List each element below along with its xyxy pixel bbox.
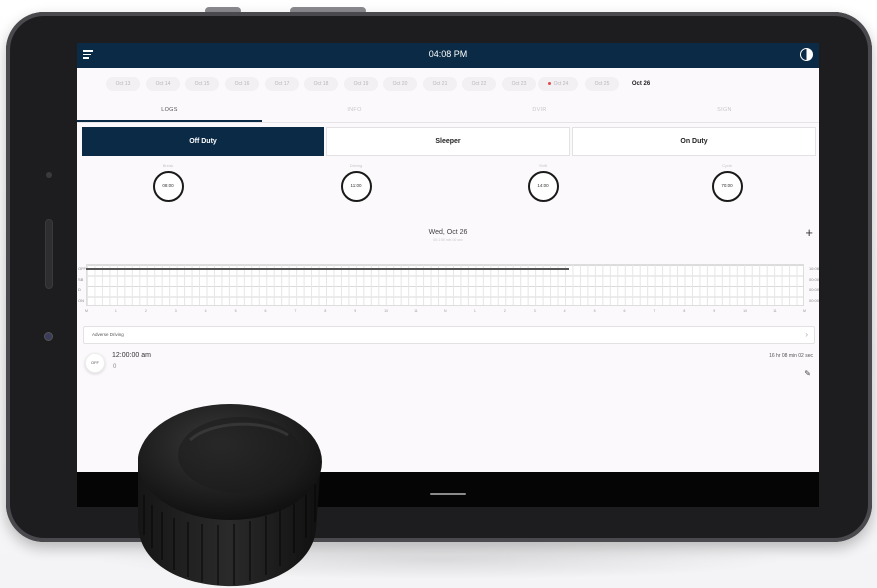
camera-icon [44,332,53,341]
hour-tick-label: 7 [653,309,656,313]
on-duty-button[interactable]: On Duty [572,127,816,156]
date-chip-oct26[interactable]: Oct 26 [624,77,658,91]
driving-clock: Driving 11:00 [336,163,376,202]
date-chip-oct24[interactable]: Oct 24 [538,77,578,91]
row-label-off: OFF [78,266,86,271]
gauge-label: Cycle [721,163,732,168]
hour-tick-label: 9 [713,309,716,313]
date-chip-oct23[interactable]: Oct 23 [502,77,536,91]
graph-grid [86,264,804,306]
gauge-value: 08:00 [152,171,184,202]
hour-tick-label: 8 [324,309,327,313]
pencil-icon[interactable]: ✎ [804,369,811,378]
gauge-label: Break [162,163,174,168]
log-date-subtitle: 00:1:00 min 00 sec [433,238,463,242]
hour-tick-label: 11 [773,309,777,313]
hour-tick-label: 1 [473,309,476,313]
adverse-driving-row[interactable]: Adverse Driving › [83,326,815,344]
hour-tick-label: N [444,309,447,313]
row-label-on: ON [78,297,84,303]
hour-tick-label: 8 [683,309,686,313]
contrast-icon[interactable] [800,48,813,61]
tab-dvir[interactable]: DVIR [447,107,632,113]
date-chip-oct18[interactable]: Oct 18 [304,77,338,91]
row-total-d: 00:00 [808,287,819,292]
hour-tick-label: 10 [743,309,748,313]
violation-dot [547,82,551,86]
gauge-label: Driving [349,163,363,168]
log-date-title: Wed, Oct 26 [428,229,468,236]
hour-tick-label: 6 [264,309,267,313]
duty-graph: OFF SB D ON 16:08 00:00 00:00 00:00 M 1 2 3… [77,262,819,318]
hour-tick-label: 10 [384,309,389,313]
status-time: 04:08 PM [428,49,468,59]
hour-tick-label: 4 [204,309,207,313]
eld-device-image [137,404,322,587]
entry-time: 12:00:00 am [112,352,151,359]
gauge-value: 14:00 [527,171,559,202]
duty-status-selector: Off Duty Sleeper On Duty [82,127,816,156]
hour-tick-label: 1 [114,309,117,313]
log-entry-row[interactable]: OFF 12:00:00 am 0 16 hr 08 min 02 sec ✎ [77,348,819,382]
adverse-driving-label: Adverse Driving [92,332,124,337]
home-indicator[interactable] [430,493,466,495]
sleeper-button[interactable]: Sleeper [326,127,570,156]
date-chip-oct25[interactable]: Oct 25 [585,77,619,91]
date-chip-oct21[interactable]: Oct 21 [423,77,457,91]
hour-tick-label: 3 [174,309,177,313]
hour-tick-label: M [85,309,88,313]
hour-tick-label: 6 [623,309,626,313]
row-total-on: 00:00 [808,297,819,303]
app-bar: 04:08 PM [77,43,819,68]
date-chip-oct15[interactable]: Oct 15 [185,77,219,91]
sensor-dot [46,172,52,178]
entry-duration: 16 hr 08 min 02 sec [769,353,813,359]
graph-row-totals: 16:08 00:00 00:00 00:00 [809,264,819,306]
tab-active-indicator [77,120,262,122]
hour-tick-label: 2 [503,309,506,313]
row-total-off: 16:08 [808,266,819,271]
tab-logs[interactable]: LOGS [77,107,262,113]
date-chip-oct19[interactable]: Oct 19 [344,77,378,91]
date-selector: Oct 13 Oct 14 Oct 15 Oct 16 Oct 17 Oct 1… [77,77,819,93]
date-chip-oct22[interactable]: Oct 22 [462,77,496,91]
chevron-right-icon: › [805,330,808,339]
hour-tick-label: 9 [354,309,357,313]
hour-tick-label: 11 [414,309,418,313]
off-duty-button[interactable]: Off Duty [82,127,324,156]
status-badge: OFF [85,353,105,373]
gauge-value: 70:00 [711,171,743,202]
row-label-d: D [78,287,81,292]
hour-tick-label: 5 [234,309,237,313]
date-chip-oct20[interactable]: Oct 20 [383,77,417,91]
row-label-sb: SB [78,276,84,282]
plus-icon[interactable]: + [805,226,813,239]
entry-location: 0 [113,364,117,370]
hour-tick-label: 5 [593,309,596,313]
graph-row-labels: OFF SB D ON [78,264,86,306]
tab-info[interactable]: INFO [262,107,447,113]
date-chip-oct14[interactable]: Oct 14 [146,77,180,91]
gauge-label: Shift [538,163,547,168]
date-chip-oct16[interactable]: Oct 16 [225,77,259,91]
hour-tick-label: 4 [563,309,566,313]
date-chip-label: Oct 24 [553,81,569,87]
graph-hour-axis: M 1 2 3 4 5 6 7 8 9 10 11 N 1 2 3 4 5 6 7 8 9 10 11 M [85,309,806,315]
bezel-slot [45,219,53,289]
tab-sign[interactable]: SIGN [632,107,817,113]
shift-clock: Shift 14:00 [523,163,563,202]
off-duty-line [86,268,569,270]
cycle-clock: Cycle 70:00 [707,163,747,202]
hour-tick-label: 3 [533,309,536,313]
date-chip-oct13[interactable]: Oct 13 [106,77,140,91]
row-total-sb: 00:00 [808,276,819,282]
hour-tick-label: 2 [144,309,147,313]
hour-tick-label: M [803,309,806,313]
product-photo: 04:08 PM Oct 13 Oct 14 Oct 15 Oct 16 Oct… [0,0,877,588]
gauge-value: 11:00 [340,171,372,202]
break-clock: Break 08:00 [148,163,188,202]
hour-tick-label: 7 [294,309,297,313]
date-chip-oct17[interactable]: Oct 17 [265,77,299,91]
